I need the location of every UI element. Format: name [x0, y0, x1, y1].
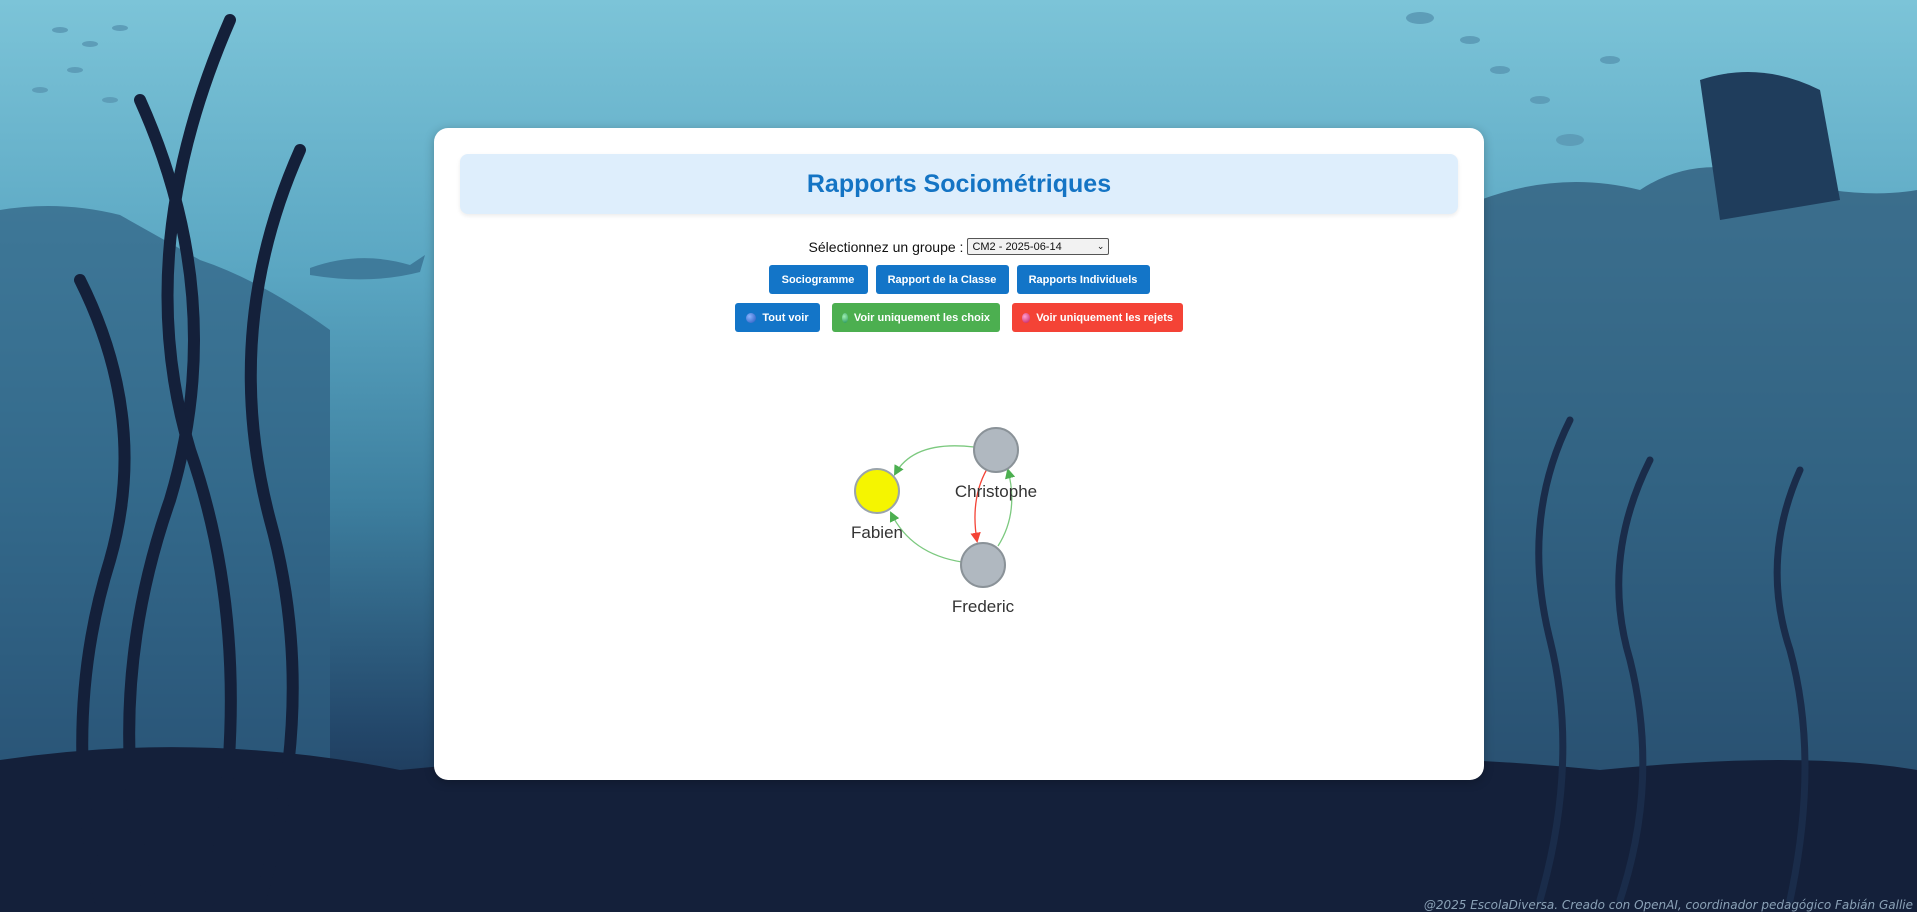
edge-christophe-frederic — [970, 468, 988, 544]
footer-credit: @2025 EscolaDiversa. Creado con OpenAI, … — [1423, 898, 1913, 912]
edge-christophe-fabien — [893, 445, 975, 476]
node-christophe[interactable] — [973, 427, 1019, 473]
node-label-frederic: Frederic — [952, 597, 1015, 616]
node-frederic[interactable] — [960, 542, 1006, 588]
node-label-christophe: Christophe — [955, 482, 1037, 501]
node-label-fabien: Fabien — [851, 523, 903, 542]
main-panel: Rapports Sociométriques Sélectionnez un … — [434, 128, 1484, 780]
node-fabien[interactable] — [854, 468, 900, 514]
sociogram-graph: Fabien Christophe Frederic — [851, 427, 1037, 616]
